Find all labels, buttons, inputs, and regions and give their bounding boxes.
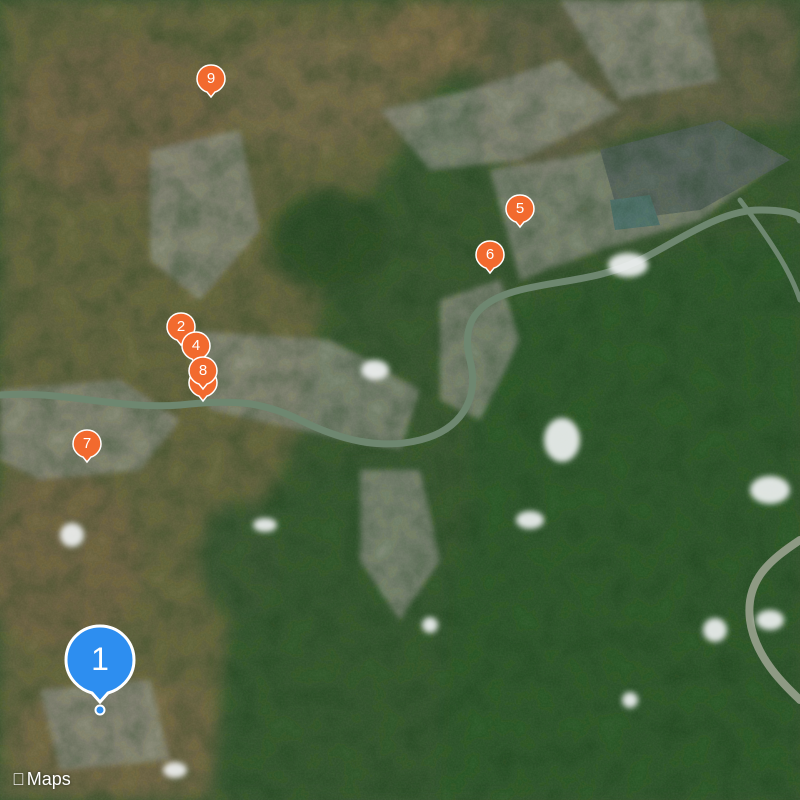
location-pin-1[interactable]: 1 — [64, 624, 136, 716]
pin-label: 8 — [198, 362, 208, 379]
map-view[interactable]: 1 2 4 8 5 6 7 9 Maps — [0, 0, 800, 800]
pin-label: 5 — [515, 200, 525, 217]
attribution-label: Maps — [14, 769, 71, 789]
pin-label: 1 — [91, 641, 109, 677]
location-pin-6[interactable]: 6 — [475, 240, 505, 275]
pin-label: 9 — [206, 70, 216, 87]
maps-attribution[interactable]:  Maps — [12, 769, 71, 790]
location-pin-5[interactable]: 5 — [505, 194, 535, 229]
apple-logo-icon:  — [12, 770, 25, 790]
pin-label: 6 — [485, 246, 495, 263]
pin-label: 7 — [82, 435, 92, 452]
location-pin-9[interactable]: 9 — [196, 64, 226, 99]
location-pin-8[interactable]: 8 — [188, 356, 218, 391]
location-pin-7[interactable]: 7 — [72, 429, 102, 464]
